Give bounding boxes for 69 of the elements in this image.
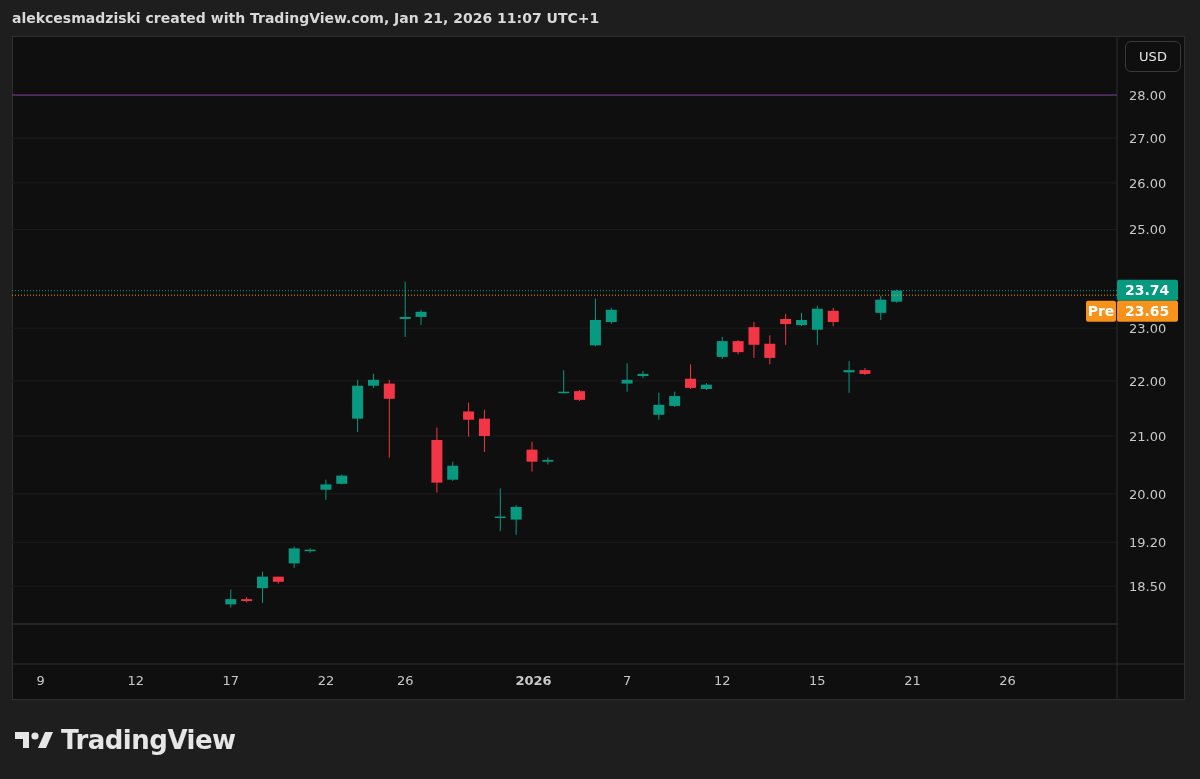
- candle: [589, 298, 601, 347]
- candle: [257, 571, 268, 603]
- candle: [780, 313, 792, 345]
- time-axis-label: 17: [222, 673, 240, 688]
- candle: [732, 340, 744, 355]
- candle: [494, 488, 506, 532]
- candle: [637, 371, 649, 379]
- price-axis-label: 19.20: [1129, 535, 1167, 551]
- time-axis-label: 21: [904, 673, 921, 688]
- candle: [510, 505, 522, 535]
- time-axis-label: 22: [317, 673, 335, 688]
- price-axis-label: 28.00: [1129, 88, 1167, 104]
- candle: [685, 364, 697, 389]
- candle: [843, 361, 855, 393]
- candle: [859, 368, 871, 375]
- price-axis-label: 20.00: [1129, 486, 1167, 502]
- candle: [272, 576, 284, 584]
- price-label: 23.74: [1117, 279, 1178, 301]
- candle: [669, 391, 681, 407]
- logo-icon: [15, 732, 53, 748]
- candle: [558, 370, 570, 394]
- candle: [811, 305, 823, 345]
- price-axis-label: 22.00: [1129, 373, 1167, 389]
- time-axis-label: 15: [809, 673, 826, 688]
- candle: [304, 548, 316, 553]
- candle: [320, 479, 332, 500]
- price-axis-label: 27.00: [1129, 131, 1167, 147]
- candle: [764, 335, 776, 365]
- candle: [241, 597, 253, 603]
- candle: [748, 322, 760, 358]
- price-axis-label: 26.00: [1129, 175, 1167, 191]
- candle: [700, 383, 712, 391]
- time-axis-label: 9: [36, 673, 45, 688]
- price-axis-label: 18.50: [1129, 579, 1167, 595]
- chart-caption: alekcesmadziski created with TradingView.com, Jan 21, 2026 11:07 UTC+1: [12, 10, 600, 26]
- candle: [875, 295, 887, 320]
- candle: [542, 457, 554, 465]
- price-axis-label: 23.00: [1129, 321, 1167, 337]
- candle: [225, 589, 237, 608]
- candle: [796, 312, 807, 327]
- candle: [463, 402, 475, 437]
- time-axis-label: 26: [396, 673, 414, 688]
- candle: [336, 474, 348, 485]
- currency-button[interactable]: USD: [1125, 41, 1181, 72]
- price-axis-label: 21.00: [1129, 429, 1167, 444]
- time-axis-label: 26: [999, 673, 1016, 688]
- logo-text: TradingView: [61, 725, 236, 755]
- time-axis-label: 12: [127, 673, 144, 688]
- candle: [447, 461, 459, 481]
- candle: [827, 307, 839, 327]
- price-axis-label: 25.00: [1129, 222, 1167, 238]
- candle: [526, 441, 538, 472]
- candle: [653, 392, 665, 420]
- price-label: 23.65: [1117, 300, 1178, 322]
- candle: [605, 307, 617, 325]
- candle: [415, 309, 427, 326]
- candle: [367, 373, 379, 388]
- time-axis-label: 12: [713, 673, 731, 688]
- candle: [288, 546, 300, 568]
- horizontal-line[interactable]: [12, 94, 1118, 96]
- candle: [574, 390, 586, 401]
- candle: [621, 363, 633, 392]
- candle: [478, 409, 490, 452]
- candle: [716, 337, 728, 359]
- candle: [352, 379, 364, 433]
- candle: [431, 427, 443, 493]
- time-axis-label: 2026: [515, 673, 552, 688]
- session-tag: Pre: [1086, 300, 1116, 322]
- time-axis-label: 7: [623, 673, 632, 688]
